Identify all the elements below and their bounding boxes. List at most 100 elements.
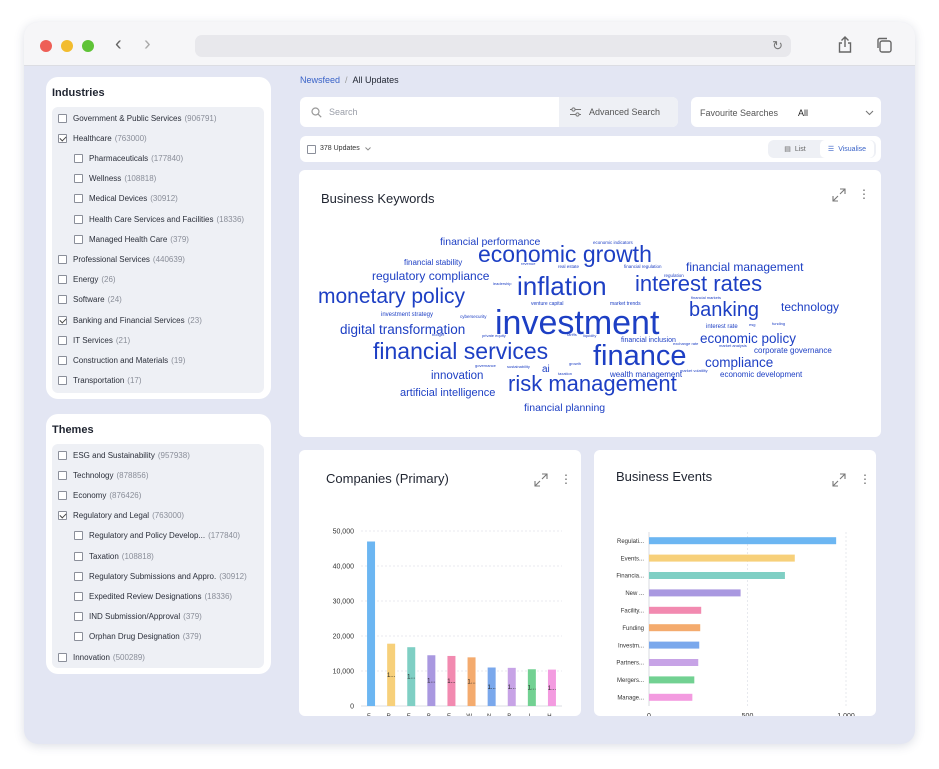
keyword[interactable]: esg xyxy=(749,323,755,327)
keyword[interactable]: funding xyxy=(772,322,785,326)
filter-checkbox[interactable] xyxy=(58,275,67,285)
filter-checkbox[interactable] xyxy=(74,234,83,244)
breadcrumb-newsfeed-link[interactable]: Newsfeed xyxy=(300,75,340,85)
keyword[interactable]: market analysis xyxy=(719,344,747,348)
share-icon[interactable] xyxy=(838,36,852,53)
keyword[interactable]: real estate xyxy=(558,264,579,270)
industries-filter-item[interactable]: Professional Services (440639) xyxy=(58,252,185,266)
favourite-searches-select[interactable]: Favourite Searches All xyxy=(691,97,881,127)
zoom-window-button[interactable] xyxy=(82,40,94,52)
industries-filter-item[interactable]: Banking and Financial Services (23) xyxy=(58,313,202,327)
keyword[interactable]: corporate governance xyxy=(754,347,832,355)
filter-checkbox[interactable] xyxy=(58,376,67,386)
keyword[interactable]: monetary policy xyxy=(318,286,465,307)
themes-filter-item[interactable]: Expedited Review Designations (18336) xyxy=(74,589,232,603)
filter-checkbox[interactable] xyxy=(74,612,83,622)
keyword[interactable]: ai xyxy=(542,365,550,375)
keyword[interactable]: tariffs xyxy=(567,333,577,337)
keyword[interactable]: regulation xyxy=(664,273,684,279)
industries-filter-item[interactable]: Construction and Materials (19) xyxy=(58,353,185,367)
filter-checkbox[interactable] xyxy=(58,511,67,521)
tabs-icon[interactable] xyxy=(876,37,892,53)
filter-checkbox[interactable] xyxy=(58,133,67,143)
keyword[interactable]: financial regulation xyxy=(624,264,662,270)
keyword[interactable]: taxation xyxy=(558,372,572,376)
forward-icon[interactable]: › xyxy=(144,34,151,54)
keyword[interactable]: revenue xyxy=(521,262,535,266)
keyword[interactable]: economic policy xyxy=(700,332,796,346)
keyword[interactable]: market trends xyxy=(610,302,641,307)
keyword[interactable]: budget xyxy=(432,333,444,337)
industries-filter-item[interactable]: IT Services (21) xyxy=(58,333,130,347)
keyword[interactable]: innovation xyxy=(431,370,483,383)
themes-filter-item[interactable]: Regulatory Submissions and Appro. (30912) xyxy=(74,569,247,583)
filter-checkbox[interactable] xyxy=(58,355,67,365)
themes-filter-item[interactable]: Orphan Drug Designation (379) xyxy=(74,630,201,644)
industries-filter-item[interactable]: Transportation (17) xyxy=(58,374,142,388)
themes-filter-item[interactable]: ESG and Sustainability (957938) xyxy=(58,448,190,462)
filter-checkbox[interactable] xyxy=(58,652,67,662)
keyword[interactable]: investment strategy xyxy=(381,312,433,318)
keyword[interactable]: growth xyxy=(569,362,581,366)
keyword[interactable]: investment xyxy=(495,306,659,340)
filter-checkbox[interactable] xyxy=(74,153,83,163)
filter-checkbox[interactable] xyxy=(58,315,67,325)
keyword[interactable]: governance xyxy=(475,364,496,368)
close-window-button[interactable] xyxy=(40,40,52,52)
keyword[interactable]: venture capital xyxy=(531,302,564,307)
keyword[interactable]: inflation xyxy=(517,273,607,299)
keyword[interactable]: leadership xyxy=(493,282,511,286)
filter-checkbox[interactable] xyxy=(74,632,83,642)
filter-checkbox[interactable] xyxy=(74,571,83,581)
filter-checkbox[interactable] xyxy=(58,470,67,480)
visualise-view-button[interactable]: ☰ Visualise xyxy=(820,140,874,158)
industries-filter-item[interactable]: Medical Devices (30912) xyxy=(74,192,178,206)
address-bar[interactable]: ↻ xyxy=(195,35,791,57)
industries-filter-item[interactable]: Managed Health Care (379) xyxy=(74,232,189,246)
filter-checkbox[interactable] xyxy=(58,254,67,264)
keyword[interactable]: artificial intelligence xyxy=(400,388,495,399)
keyword[interactable]: banking xyxy=(689,300,759,320)
updates-count[interactable]: 378 Updates xyxy=(320,145,360,152)
advanced-search-button[interactable]: Advanced Search xyxy=(559,97,678,127)
filter-checkbox[interactable] xyxy=(74,174,83,184)
keyword[interactable]: sustainability xyxy=(507,365,530,369)
filter-checkbox[interactable] xyxy=(74,214,83,224)
filter-checkbox[interactable] xyxy=(74,194,83,204)
filter-checkbox[interactable] xyxy=(74,531,83,541)
filter-checkbox[interactable] xyxy=(74,551,83,561)
themes-filter-item[interactable]: IND Submission/Approval (379) xyxy=(74,610,202,624)
keyword[interactable]: digital transformation xyxy=(340,323,465,337)
keyword[interactable]: financial markets xyxy=(691,296,721,300)
minimize-window-button[interactable] xyxy=(61,40,73,52)
keyword[interactable]: financial management xyxy=(686,261,803,273)
filter-checkbox[interactable] xyxy=(58,295,67,305)
search-input[interactable] xyxy=(300,97,559,127)
chevron-down-icon[interactable] xyxy=(365,147,371,151)
filter-checkbox[interactable] xyxy=(58,490,67,500)
filter-checkbox[interactable] xyxy=(58,113,67,123)
filter-checkbox[interactable] xyxy=(74,591,83,601)
keyword[interactable]: compliance xyxy=(705,356,773,370)
reload-icon[interactable]: ↻ xyxy=(772,38,783,54)
industries-filter-item[interactable]: Energy (26) xyxy=(58,273,116,287)
themes-filter-item[interactable]: Economy (876426) xyxy=(58,488,141,502)
keyword[interactable]: financial inclusion xyxy=(621,337,676,344)
industries-filter-item[interactable]: Pharmaceuticals (177840) xyxy=(74,151,183,165)
keyword[interactable]: market volatility xyxy=(680,369,708,373)
keyword[interactable]: cybersecurity xyxy=(460,314,487,320)
keyword[interactable]: wealth management xyxy=(610,371,682,379)
themes-filter-item[interactable]: Regulatory and Policy Develop... (177840) xyxy=(74,529,240,543)
keyword[interactable]: financial stability xyxy=(404,259,462,267)
keyword[interactable]: private equity xyxy=(482,334,506,338)
industries-filter-item[interactable]: Software (24) xyxy=(58,293,122,307)
themes-filter-item[interactable]: Regulatory and Legal (763000) xyxy=(58,509,184,523)
themes-filter-item[interactable]: Taxation (108818) xyxy=(74,549,154,563)
filter-checkbox[interactable] xyxy=(58,335,67,345)
keyword[interactable]: financial services xyxy=(373,340,548,363)
select-all-checkbox[interactable] xyxy=(307,145,316,154)
industries-filter-item[interactable]: Government & Public Services (906791) xyxy=(58,111,217,125)
keyword[interactable]: regulatory compliance xyxy=(372,270,489,282)
keyword[interactable]: financial planning xyxy=(524,403,605,414)
keyword[interactable]: technology xyxy=(781,301,839,313)
